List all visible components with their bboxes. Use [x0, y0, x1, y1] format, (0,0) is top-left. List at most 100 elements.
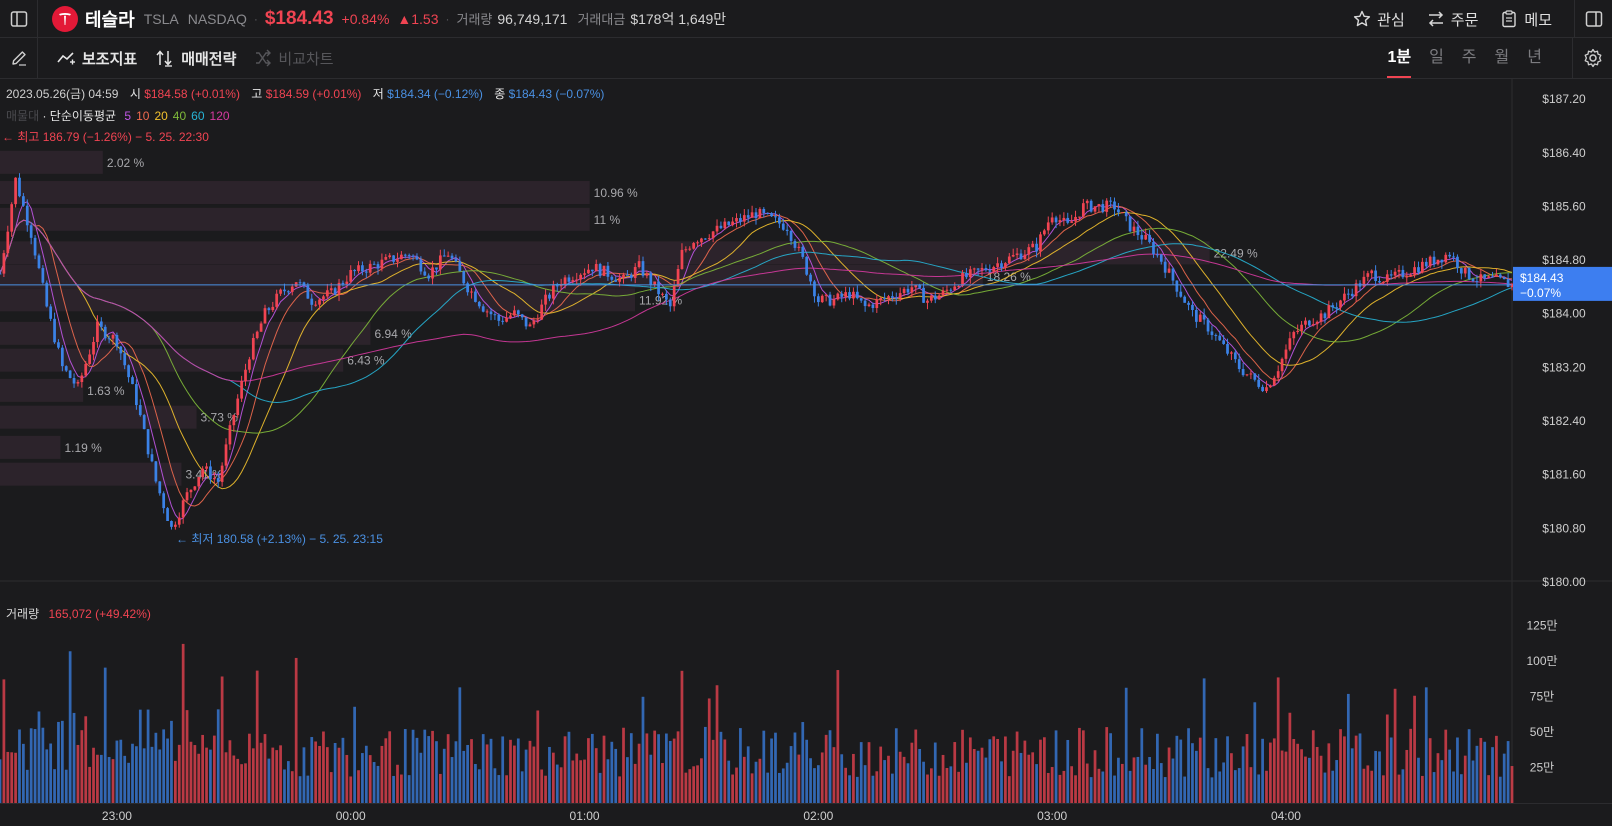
candle-body — [201, 468, 205, 478]
volume-bar — [785, 762, 789, 803]
candle-body — [279, 289, 282, 294]
volume-bar — [337, 747, 341, 803]
candle-body — [431, 267, 434, 279]
volume-bar — [933, 742, 937, 803]
candle-body — [388, 255, 392, 258]
candle-body — [1432, 256, 1436, 265]
volume-bar — [435, 741, 438, 803]
volume-bar — [329, 772, 333, 803]
volume-bar — [1085, 763, 1089, 803]
volume-bar — [162, 729, 166, 803]
compare-chart-button[interactable]: 비교차트 — [254, 48, 334, 69]
candle-body — [306, 285, 310, 299]
volume-bar — [411, 729, 415, 803]
candle-body — [1245, 374, 1249, 376]
period-year[interactable]: 년 — [1527, 38, 1542, 78]
volume-bar — [606, 759, 610, 803]
candle-body — [372, 263, 376, 265]
period-month[interactable]: 월 — [1495, 38, 1510, 78]
candle-body — [376, 264, 380, 269]
candle-body — [1436, 259, 1440, 265]
volume-bar — [1292, 739, 1296, 803]
volume-bar — [72, 712, 76, 803]
candle-body — [380, 259, 384, 269]
candle-body — [1405, 276, 1409, 278]
period-week[interactable]: 주 — [1462, 38, 1477, 78]
candle-body — [758, 208, 762, 219]
candle-body — [778, 217, 781, 224]
volume-axis: 125만 100만 75만 50만 25만 — [1526, 618, 1557, 774]
price-chart[interactable]: 2.02 %10.96 %11 %22.49 %18.26 %11.92 %6.… — [0, 79, 1612, 803]
sidebar-toggle-button[interactable] — [0, 0, 38, 38]
low-marker: ← 최저 180.58 (+2.13%) − 5. 25. 23:15 — [176, 532, 383, 546]
candle-body — [314, 304, 318, 306]
volume-bar — [1136, 756, 1140, 803]
volume-bar — [1202, 678, 1206, 803]
candle-body — [166, 508, 169, 521]
candle-body — [520, 314, 524, 318]
volume-bar — [855, 776, 859, 803]
volume-bar — [1187, 728, 1190, 803]
volume-bar — [633, 763, 637, 803]
volume-bar — [1031, 752, 1035, 803]
volume-bar — [746, 746, 750, 803]
volume-bar — [793, 732, 797, 803]
candle-body — [1456, 256, 1459, 269]
volume-bar — [267, 758, 271, 803]
candle-body — [119, 346, 123, 354]
volume-bar — [279, 745, 282, 803]
candle-body — [251, 337, 255, 360]
volume-bar — [244, 763, 247, 803]
volume-bar — [528, 740, 532, 803]
candle-body — [571, 280, 575, 282]
volume-bar — [1241, 746, 1245, 803]
volume-bar — [2, 679, 6, 803]
candle-body — [844, 292, 847, 297]
chart-settings-button[interactable] — [1572, 38, 1612, 78]
volume-bar — [314, 741, 318, 803]
candle-body — [41, 268, 45, 283]
memo-button[interactable]: 메모 — [1500, 9, 1552, 30]
candle-body — [629, 274, 633, 278]
volume-bar — [1311, 730, 1315, 803]
volume-bar — [1265, 770, 1268, 803]
ma-periods: 5 10 20 40 60 120 — [119, 109, 229, 123]
period-1min[interactable]: 1분 — [1387, 38, 1411, 78]
right-panel-toggle-button[interactable] — [1574, 0, 1612, 38]
candle-body — [1272, 377, 1276, 386]
candle-body — [700, 238, 703, 243]
candle-body — [750, 212, 754, 218]
strategy-button[interactable]: 매매전략 — [155, 48, 236, 69]
volume-bar — [684, 772, 688, 803]
time-tick-label: 23:00 — [101, 809, 132, 823]
candle-body — [88, 354, 91, 364]
candle-body — [1421, 261, 1424, 273]
volume-bar — [844, 767, 847, 803]
drawing-tool-button[interactable] — [0, 38, 38, 78]
indicators-button[interactable]: 보조지표 — [56, 48, 137, 69]
volume-bar — [598, 772, 602, 803]
order-button[interactable]: 주문 — [1427, 9, 1478, 30]
volume-bar — [505, 775, 508, 803]
volume-bar — [1362, 768, 1366, 803]
volume-bar — [754, 761, 758, 803]
candle-body — [1428, 256, 1432, 267]
volume-bar — [1105, 727, 1109, 803]
volume-bar — [294, 657, 298, 803]
candle-body — [1491, 276, 1494, 278]
candle-body — [458, 261, 462, 272]
volume-bar — [840, 754, 844, 803]
period-day[interactable]: 일 — [1429, 38, 1444, 78]
volume-bar — [665, 733, 668, 803]
candle-body — [1487, 276, 1490, 278]
volume-bar — [883, 760, 886, 803]
candle-body — [154, 461, 158, 482]
candle-body — [567, 277, 571, 282]
volume-bar — [368, 755, 372, 803]
volume-bar — [271, 747, 275, 803]
candle-body — [1506, 279, 1510, 288]
watch-button[interactable]: 관심 — [1353, 9, 1405, 30]
candle-body — [1117, 209, 1120, 213]
candle-body — [996, 263, 999, 267]
moving-average-legend[interactable]: 매물대 · 단순이동평균 5 10 20 40 60 120 — [6, 107, 230, 124]
